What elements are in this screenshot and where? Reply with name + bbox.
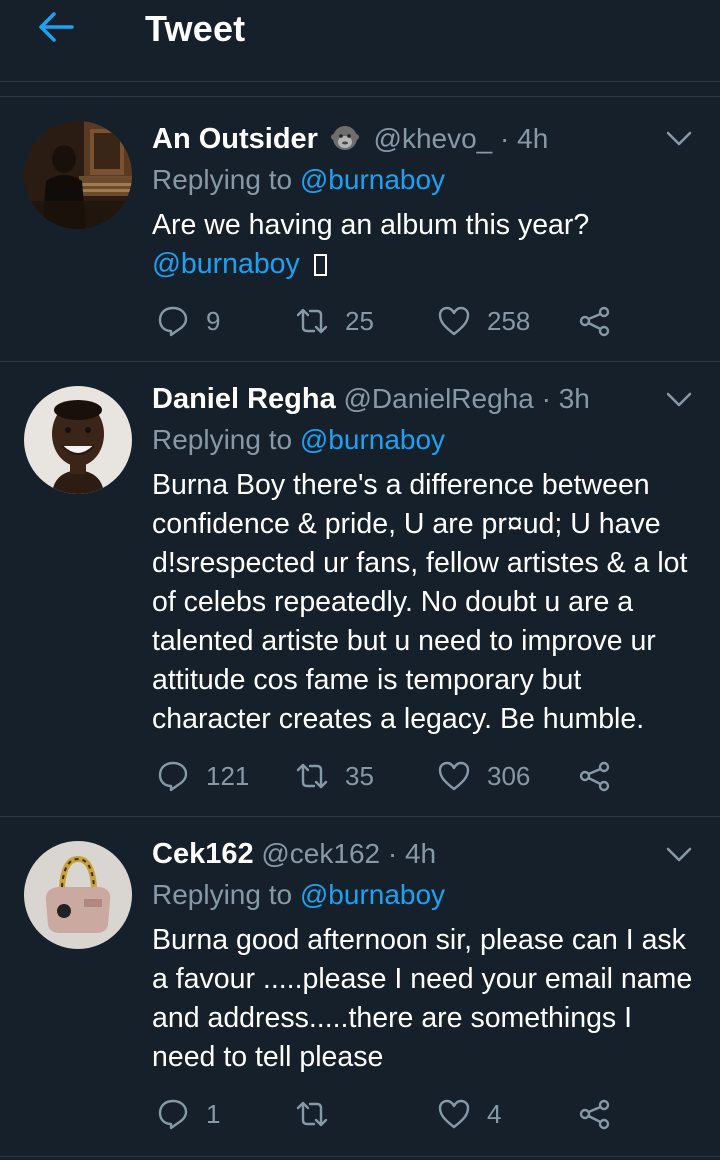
replying-to: Replying to @burnaboy [152, 420, 445, 460]
mention-link[interactable]: @burnaboy [300, 424, 445, 455]
replying-to: Replying to @burnaboy [152, 875, 445, 915]
reply-icon [158, 761, 188, 792]
like-count: 4 [487, 1098, 502, 1129]
avatar[interactable] [24, 121, 132, 229]
chevron-down-icon[interactable] [666, 130, 692, 148]
replying-to-label: Replying to [152, 424, 293, 455]
tweet-item[interactable]: An Outsider @khevo_ · 4h Replying to @bu… [0, 97, 720, 362]
chevron-down-icon[interactable] [666, 846, 692, 864]
tweet-text: Burna good afternoon sir, please can I a… [152, 924, 693, 1073]
reply-button[interactable]: 121 [156, 756, 249, 796]
reply-icon [158, 1099, 188, 1130]
tweet-item[interactable]: Daniel Regha @DanielRegha · 3h Replying … [0, 362, 720, 817]
user-handle[interactable]: @khevo_ [374, 123, 493, 154]
reply-button[interactable]: 9 [156, 301, 220, 341]
display-name[interactable]: Cek162 [152, 838, 254, 870]
share-icon [579, 306, 610, 337]
share-button[interactable] [577, 756, 611, 796]
chevron-down-icon[interactable] [666, 391, 692, 409]
tweet-actions: 1 4 [152, 1094, 622, 1134]
retweet-icon [296, 1101, 328, 1127]
tweet-text-line: Are we having an album this year? [152, 209, 590, 241]
like-count: 306 [487, 760, 531, 791]
page-title: Tweet [145, 8, 246, 49]
retweet-icon [296, 308, 328, 334]
top-bar: Tweet [0, 0, 720, 82]
tweet-text: Are we having an album this year? @burna… [152, 206, 697, 284]
replying-to: Replying to @burnaboy [152, 160, 445, 200]
gorilla-emoji-icon [330, 126, 359, 150]
separator-dot: · [387, 838, 398, 869]
heart-icon [438, 1099, 470, 1129]
timestamp[interactable]: 3h [559, 383, 590, 414]
share-icon [579, 1099, 610, 1130]
back-arrow-icon[interactable] [36, 10, 76, 44]
reply-button[interactable]: 1 [156, 1094, 220, 1134]
heart-icon [438, 306, 470, 336]
tweet-actions: 9 25 258 [152, 301, 622, 341]
display-name[interactable]: Daniel Regha [152, 383, 336, 415]
retweet-count: 25 [345, 305, 374, 336]
heart-icon [438, 761, 470, 791]
mention-link[interactable]: @burnaboy [300, 879, 445, 910]
reply-count: 9 [206, 305, 221, 336]
display-name[interactable]: An Outsider [152, 123, 318, 155]
timestamp[interactable]: 4h [517, 123, 548, 154]
avatar[interactable] [24, 386, 132, 494]
mention-link[interactable]: @burnaboy [300, 164, 445, 195]
retweet-count: 35 [345, 760, 374, 791]
retweet-icon [296, 763, 328, 789]
replying-to-label: Replying to [152, 879, 293, 910]
reply-count: 121 [206, 760, 250, 791]
like-count: 258 [487, 305, 531, 336]
user-handle[interactable]: @DanielRegha [344, 383, 534, 414]
separator-dot: · [541, 383, 551, 414]
tweet-header: Daniel Regha @DanielRegha · 3h [152, 379, 590, 419]
tweet-item[interactable]: Cek162 @cek162 · 4h Replying to @burnabo… [0, 817, 720, 1157]
separator-dot: · [500, 123, 510, 154]
like-button[interactable]: 258 [437, 301, 530, 341]
like-button[interactable]: 306 [437, 756, 530, 796]
tweet-text: Burna Boy there's a difference between c… [152, 469, 688, 735]
retweet-button[interactable] [295, 1094, 345, 1134]
share-button[interactable] [577, 1094, 611, 1134]
avatar[interactable] [24, 841, 132, 949]
tweet-actions: 121 35 306 [152, 756, 622, 796]
share-icon [579, 761, 610, 792]
retweet-button[interactable]: 25 [295, 301, 374, 341]
tweet-header: An Outsider @khevo_ · 4h [152, 119, 548, 159]
share-button[interactable] [577, 301, 611, 341]
like-button[interactable]: 4 [437, 1094, 501, 1134]
reply-count: 1 [206, 1098, 221, 1129]
missing-glyph-icon [313, 254, 327, 276]
replying-to-label: Replying to [152, 164, 293, 195]
mention-link[interactable]: @burnaboy [152, 248, 300, 280]
timestamp[interactable]: 4h [405, 838, 436, 869]
tweet-header: Cek162 @cek162 · 4h [152, 834, 436, 874]
retweet-button[interactable]: 35 [295, 756, 374, 796]
user-handle[interactable]: @cek162 [261, 838, 380, 869]
reply-icon [158, 306, 188, 337]
